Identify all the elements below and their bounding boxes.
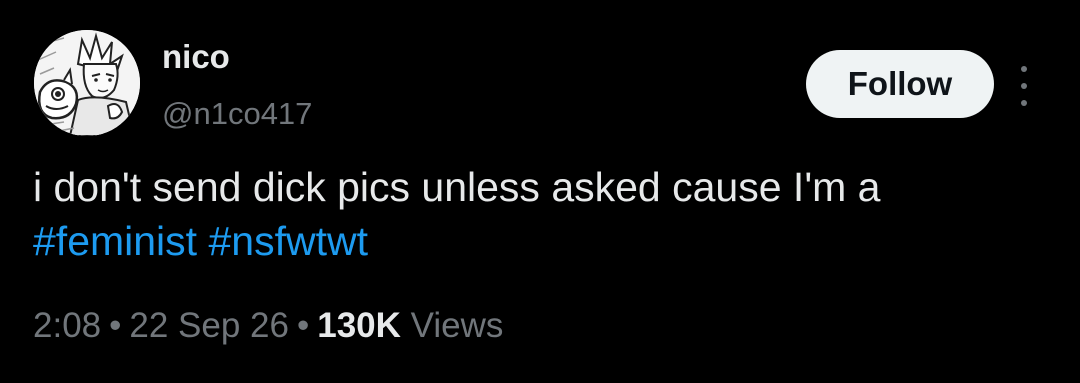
follow-button[interactable]: Follow xyxy=(806,50,994,118)
hashtag-nsfwtwt[interactable]: #nsfwtwt xyxy=(208,218,368,264)
avatar[interactable] xyxy=(34,30,140,136)
more-dot xyxy=(1021,100,1027,106)
more-dot xyxy=(1021,83,1027,89)
more-dot xyxy=(1021,66,1027,72)
author-display-name[interactable]: nico xyxy=(162,38,230,76)
author-handle[interactable]: @n1co417 xyxy=(162,96,312,132)
views-count: 130K xyxy=(317,306,401,345)
tweet-time[interactable]: 2:08 xyxy=(33,306,101,345)
manga-avatar-icon xyxy=(34,30,140,136)
more-vertical-icon[interactable] xyxy=(1012,66,1036,106)
tweet-meta: 2:08 • 22 Sep 26 • 130K Views xyxy=(33,306,503,346)
tweet-date[interactable]: 22 Sep 26 xyxy=(129,306,289,345)
views-label: Views xyxy=(410,306,504,345)
tweet-card: nico @n1co417 Follow i don't send dick p… xyxy=(0,0,1080,383)
separator-dot: • xyxy=(109,306,122,345)
tweet-body: i don't send dick pics unless asked caus… xyxy=(33,164,881,210)
hashtag-feminist[interactable]: #feminist xyxy=(33,218,197,264)
tweet-text: i don't send dick pics unless asked caus… xyxy=(33,160,1053,268)
separator-dot: • xyxy=(296,306,310,345)
